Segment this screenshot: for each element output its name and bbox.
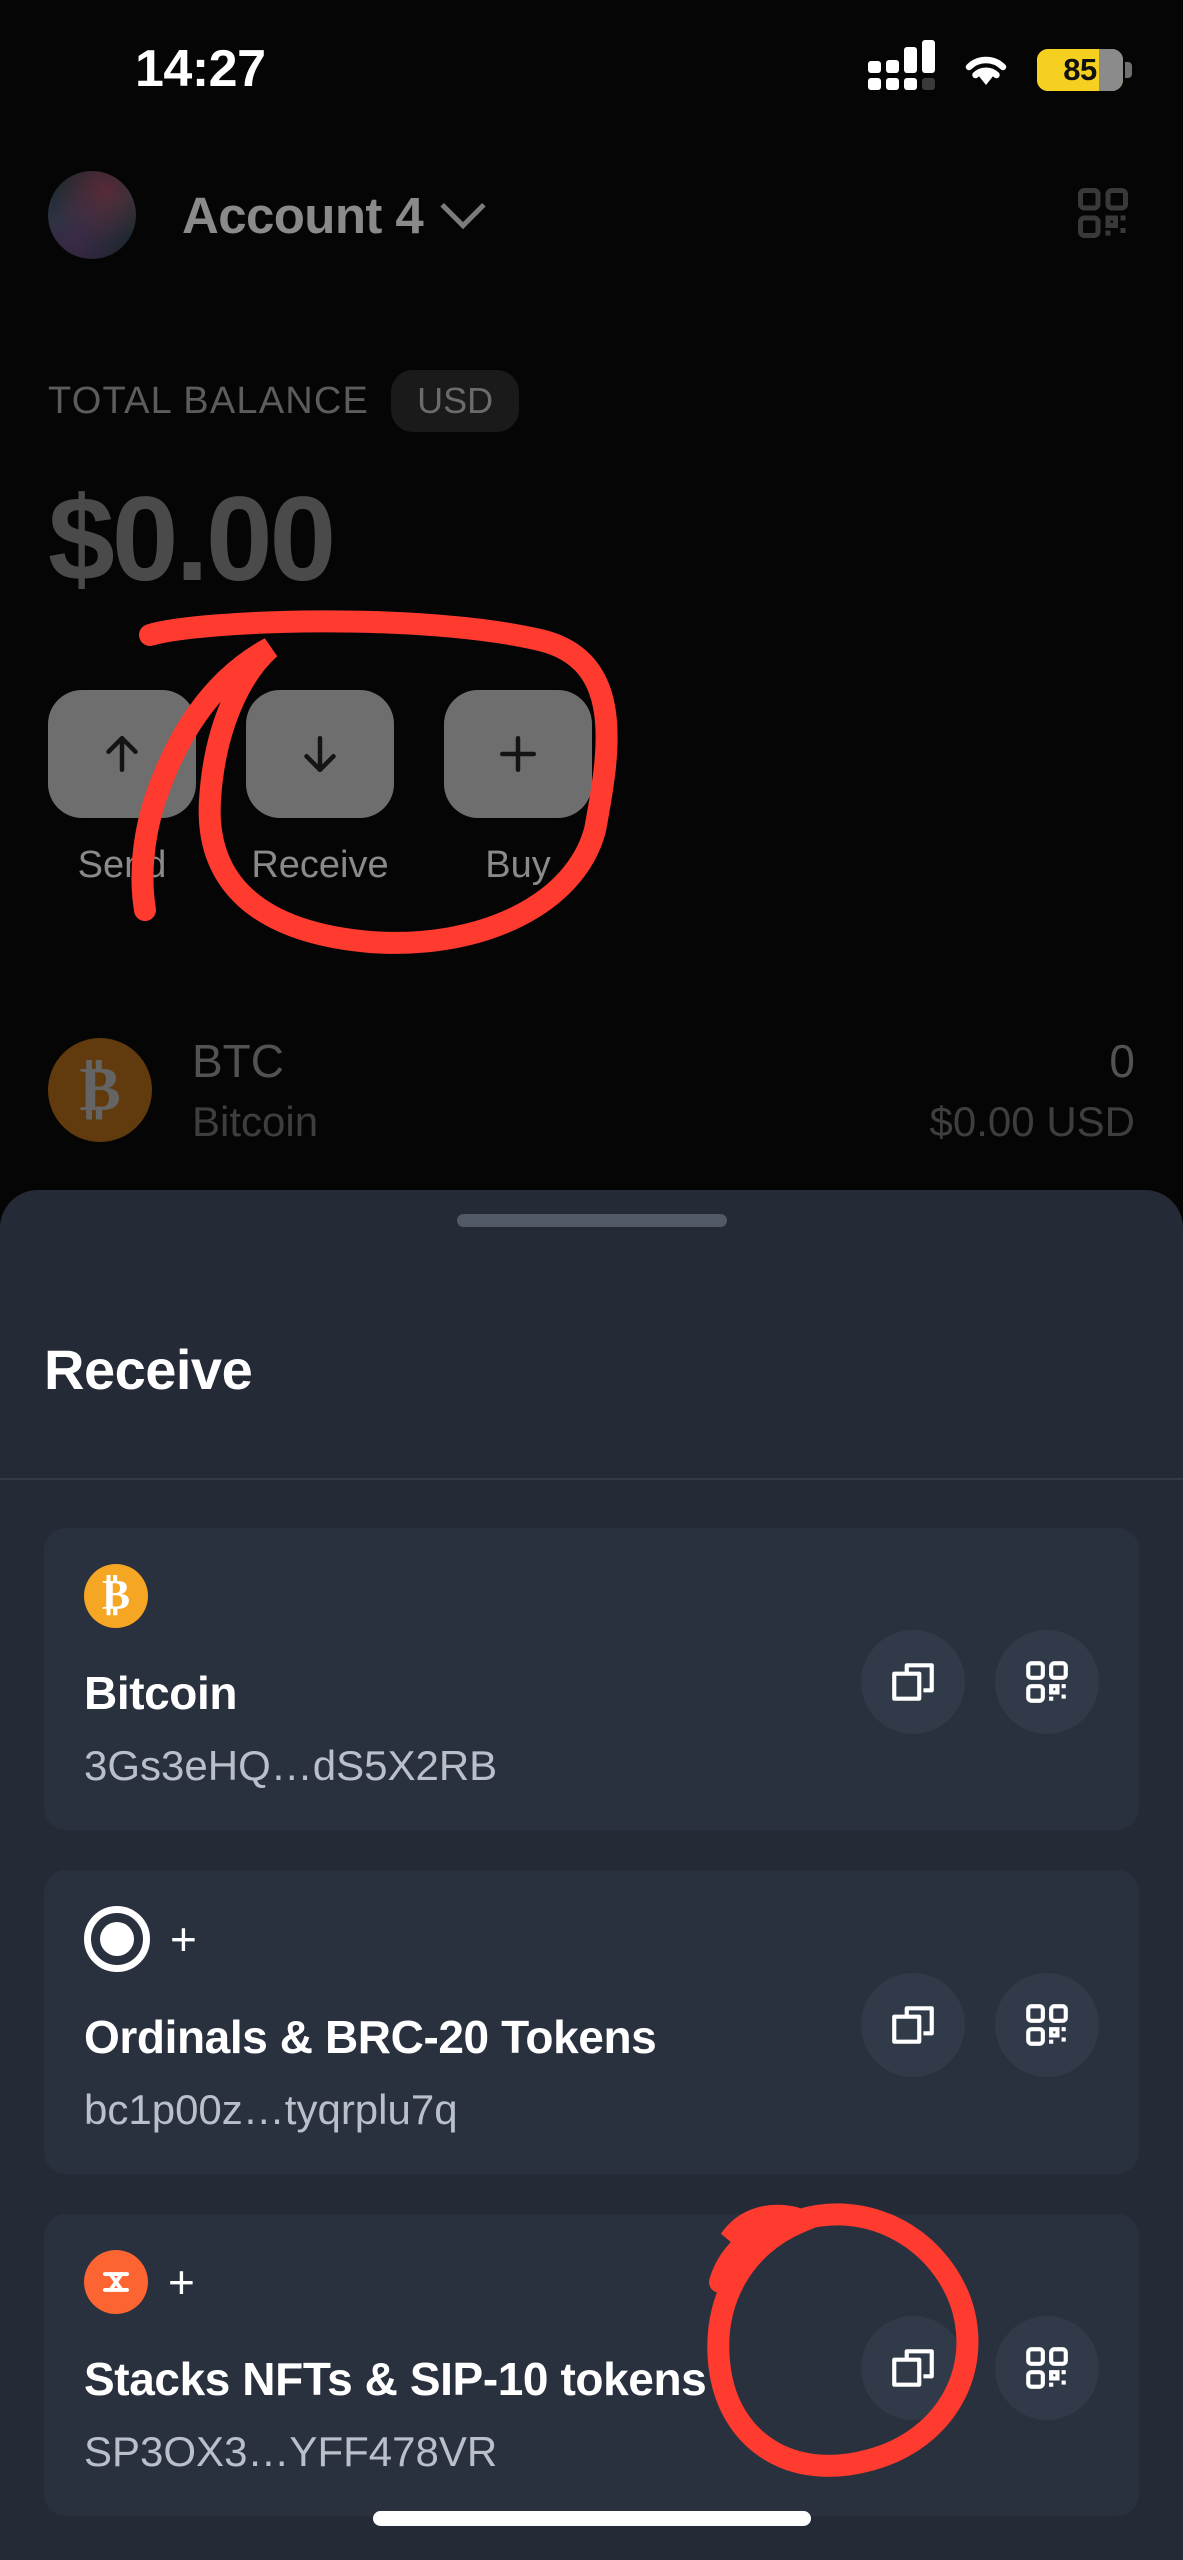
- currency-pill[interactable]: USD: [391, 370, 520, 432]
- chevron-down-icon[interactable]: [440, 183, 486, 230]
- asset-symbol: BTC: [192, 1035, 284, 1087]
- stacks-badge: +: [168, 2256, 195, 2308]
- status-bar-time: 14:27: [135, 40, 266, 98]
- ordinals-logo: [84, 1906, 150, 1972]
- bitcoin-logo: ₿: [84, 1564, 148, 1628]
- asset-fiat-value: $0.00 USD: [929, 1098, 1135, 1145]
- asset-row-btc[interactable]: ₿ BTC Bitcoin 0 $0.00 USD: [0, 1000, 1183, 1180]
- receive-button[interactable]: [246, 690, 394, 818]
- qr-code-icon: [1026, 2347, 1068, 2389]
- card-address: SP3OX3…YFF478VR: [84, 2428, 498, 2475]
- card-title: Stacks NFTs & SIP-10 tokens: [84, 2353, 707, 2405]
- send-label: Send: [77, 844, 167, 886]
- arrow-up-icon: [106, 736, 138, 772]
- address-card-ordinals[interactable]: + Ordinals & BRC-20 Tokens bc1p00z…tyqrp…: [44, 1870, 1139, 2174]
- arrow-down-icon: [304, 736, 336, 772]
- card-title: Bitcoin: [84, 1667, 238, 1719]
- signal-bars-icon: [868, 40, 935, 90]
- qr-code-icon: [1026, 1661, 1068, 1703]
- drag-handle[interactable]: [456, 1214, 727, 1227]
- card-title: Ordinals & BRC-20 Tokens: [84, 2011, 657, 2063]
- account-header: Account 4: [0, 160, 1183, 270]
- home-indicator: [372, 2511, 811, 2526]
- account-avatar[interactable]: [48, 171, 136, 259]
- address-card-bitcoin[interactable]: ₿ Bitcoin 3Gs3eHQ…dS5X2RB: [44, 1528, 1139, 1830]
- action-buy[interactable]: Buy: [444, 690, 592, 887]
- send-button[interactable]: [48, 690, 196, 818]
- wifi-icon: [961, 51, 1011, 89]
- ordinals-badge: +: [170, 1913, 197, 1965]
- copy-icon: [892, 1663, 934, 1701]
- battery-percent: 85: [1063, 52, 1097, 87]
- copy-icon: [892, 2349, 934, 2387]
- action-send[interactable]: Send: [48, 690, 196, 887]
- stacks-logo: [84, 2250, 148, 2314]
- copy-button[interactable]: [861, 1973, 965, 2077]
- plus-icon: [500, 736, 536, 772]
- total-balance-label: TOTAL BALANCE: [48, 379, 370, 422]
- account-name[interactable]: Account 4: [182, 186, 424, 245]
- copy-icon: [892, 2006, 934, 2044]
- receive-label: Receive: [251, 844, 389, 886]
- buy-label: Buy: [485, 844, 551, 886]
- qr-button[interactable]: [995, 1630, 1099, 1734]
- total-balance-amount: $0.00: [48, 472, 336, 606]
- address-card-list: ₿ Bitcoin 3Gs3eHQ…dS5X2RB + Ordinals & B…: [0, 1480, 1183, 2516]
- bitcoin-icon: ₿: [48, 1038, 152, 1142]
- action-receive[interactable]: Receive: [246, 690, 394, 887]
- balance-label-row: TOTAL BALANCE USD: [48, 370, 520, 432]
- asset-amount: 0: [1109, 1035, 1135, 1087]
- receive-sheet: Receive ₿ Bitcoin 3Gs3eHQ…dS5X2RB + Ordi…: [0, 1190, 1183, 2560]
- qr-code-icon: [1026, 2004, 1068, 2046]
- qr-button[interactable]: [995, 2316, 1099, 2420]
- status-bar: 14:27 85: [0, 0, 1183, 120]
- qr-scan-icon[interactable]: [1073, 183, 1133, 248]
- copy-button[interactable]: [861, 2316, 965, 2420]
- buy-button[interactable]: [444, 690, 592, 818]
- sheet-title: Receive: [44, 1338, 253, 1401]
- qr-button[interactable]: [995, 1973, 1099, 2077]
- address-card-stacks[interactable]: + Stacks NFTs & SIP-10 tokens SP3OX3…YFF…: [44, 2214, 1139, 2516]
- battery-icon: 85: [1037, 49, 1132, 91]
- card-address: 3Gs3eHQ…dS5X2RB: [84, 1742, 498, 1789]
- card-address: bc1p00z…tyqrplu7q: [84, 2086, 458, 2133]
- copy-button[interactable]: [861, 1630, 965, 1734]
- asset-name: Bitcoin: [192, 1098, 319, 1145]
- quick-actions: Send Receive Buy: [48, 690, 592, 887]
